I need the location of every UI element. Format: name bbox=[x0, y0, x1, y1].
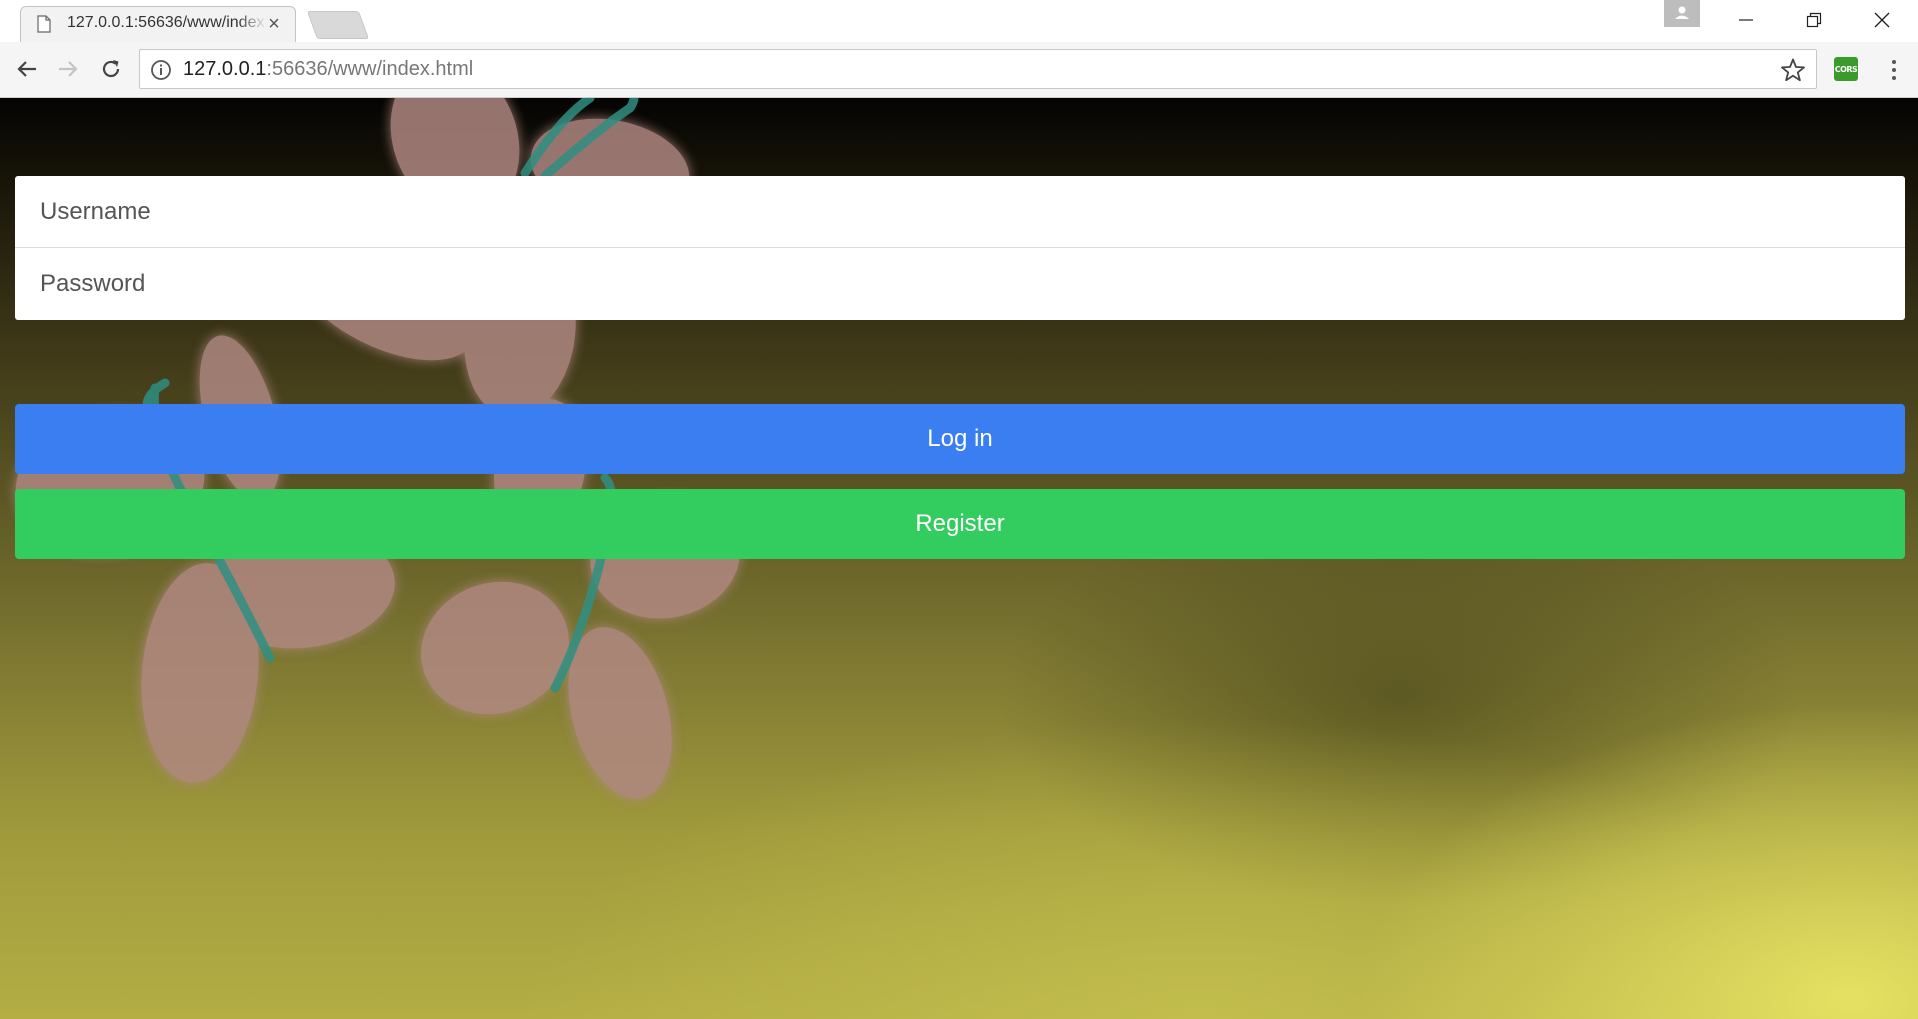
username-input[interactable] bbox=[15, 176, 1905, 248]
register-button[interactable]: Register bbox=[15, 489, 1905, 559]
forward-button[interactable] bbox=[53, 54, 83, 84]
password-input[interactable] bbox=[15, 248, 1905, 320]
page-viewport: Log in Register bbox=[0, 98, 1918, 1019]
person-icon bbox=[1675, 6, 1689, 19]
reload-button[interactable] bbox=[96, 54, 126, 84]
login-button[interactable]: Log in bbox=[15, 404, 1905, 474]
tab-close-icon[interactable]: × bbox=[263, 13, 285, 35]
window-close-button[interactable] bbox=[1852, 0, 1912, 40]
info-icon[interactable] bbox=[150, 59, 172, 81]
reload-icon bbox=[102, 60, 120, 78]
three-dot-menu-icon[interactable] bbox=[1880, 55, 1908, 85]
tab-strip: 127.0.0.1:56636/www/index.html × bbox=[0, 0, 1918, 43]
browser-tab[interactable]: 127.0.0.1:56636/www/index.html × bbox=[20, 6, 296, 43]
address-bar[interactable]: 127.0.0.1:56636/www/index.html bbox=[139, 49, 1817, 89]
back-button[interactable] bbox=[12, 54, 42, 84]
arrow-left-icon bbox=[17, 61, 36, 77]
cors-extension-icon[interactable]: CORS bbox=[1834, 57, 1858, 81]
restore-button[interactable] bbox=[1784, 0, 1844, 40]
minimize-icon bbox=[1739, 19, 1753, 21]
minimize-button[interactable] bbox=[1716, 0, 1776, 40]
url-text[interactable]: 127.0.0.1:56636/www/index.html bbox=[183, 58, 473, 81]
tab-title: 127.0.0.1:56636/www/index.html bbox=[67, 14, 267, 31]
url-host: 127.0.0.1 bbox=[183, 58, 267, 80]
browser-toolbar: 127.0.0.1:56636/www/index.html CORS bbox=[0, 42, 1918, 98]
arrow-right-icon bbox=[59, 61, 78, 77]
restore-icon bbox=[1806, 12, 1822, 28]
profile-button[interactable] bbox=[1664, 0, 1700, 27]
star-icon[interactable] bbox=[1780, 57, 1806, 83]
page-icon bbox=[37, 15, 51, 33]
url-path: :56636/www/index.html bbox=[266, 58, 474, 80]
new-tab-button[interactable] bbox=[306, 11, 370, 39]
login-form bbox=[15, 176, 1905, 320]
close-icon bbox=[1874, 12, 1890, 28]
